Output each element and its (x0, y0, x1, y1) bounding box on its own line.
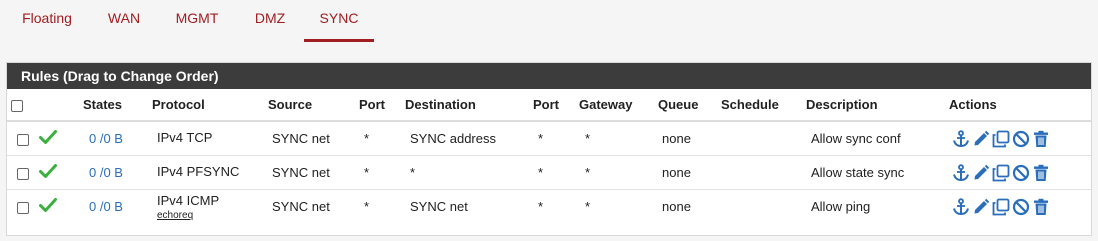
source-value: SYNC net (268, 155, 359, 190)
copy-icon[interactable] (992, 198, 1010, 216)
rules-table: States Protocol Source Port Destination … (7, 89, 1091, 223)
table-row[interactable]: 0 /0 B IPv4 ICMP echoreq SYNC net * SYNC … (7, 190, 1091, 224)
protocol-subtype-link[interactable]: echoreq (157, 210, 268, 221)
col-source: Source (268, 89, 359, 122)
col-schedule: Schedule (721, 89, 806, 122)
destination-value: SYNC address (405, 121, 533, 156)
gateway-value: * (579, 121, 658, 156)
ban-icon[interactable] (1012, 198, 1030, 216)
check-icon[interactable] (39, 197, 57, 216)
source-value: SYNC net (268, 121, 359, 156)
ban-icon[interactable] (1012, 164, 1030, 182)
trash-icon[interactable] (1032, 198, 1050, 216)
check-icon[interactable] (39, 129, 57, 148)
check-icon[interactable] (39, 163, 57, 182)
copy-icon[interactable] (992, 130, 1010, 148)
col-dest-port: Port (533, 89, 579, 122)
table-row[interactable]: 0 /0 B IPv4 PFSYNC SYNC net * * * * none… (7, 155, 1091, 190)
protocol-value: IPv4 ICMP (157, 192, 220, 208)
table-header-row: States Protocol Source Port Destination … (7, 89, 1091, 122)
source-value: SYNC net (272, 199, 330, 214)
col-gateway: Gateway (579, 89, 658, 122)
row-checkbox[interactable] (17, 167, 29, 180)
rules-panel: Rules (Drag to Change Order) States Prot… (6, 62, 1092, 236)
queue-value: none (658, 155, 721, 190)
col-destination: Destination (405, 89, 533, 122)
table-row[interactable]: 0 /0 B IPv4 TCP SYNC net * SYNC address … (7, 121, 1091, 156)
protocol-value: IPv4 PFSYNC (157, 164, 240, 179)
description-value: Allow sync conf (806, 121, 949, 156)
dest-port-value: * (533, 121, 579, 156)
trash-icon[interactable] (1032, 130, 1050, 148)
col-protocol: Protocol (148, 89, 268, 122)
row-checkbox[interactable] (17, 133, 29, 146)
gateway-value: * (579, 155, 658, 190)
pencil-icon[interactable] (972, 164, 990, 182)
col-queue: Queue (658, 89, 721, 122)
schedule-value (721, 121, 806, 156)
tab-dmz[interactable]: DMZ (240, 0, 300, 42)
tab-floating[interactable]: Floating (12, 0, 82, 42)
col-actions: Actions (949, 89, 1091, 122)
rules-tabs: Floating WAN MGMT DMZ SYNC (0, 0, 1098, 42)
port-value: * (364, 199, 370, 214)
port-value: * (359, 155, 405, 190)
select-all-checkbox[interactable] (11, 99, 23, 112)
col-description: Description (806, 89, 949, 122)
queue-value: none (662, 199, 691, 214)
tab-mgmt[interactable]: MGMT (165, 0, 229, 42)
protocol-value: IPv4 TCP (157, 130, 213, 145)
pencil-icon[interactable] (972, 198, 990, 216)
port-value: * (359, 121, 405, 156)
col-states: States (83, 89, 148, 122)
tab-sync[interactable]: SYNC (304, 0, 374, 42)
destination-value: * (405, 155, 533, 190)
copy-icon[interactable] (992, 164, 1010, 182)
anchor-icon[interactable] (952, 163, 970, 182)
description-value: Allow state sync (806, 155, 949, 190)
anchor-icon[interactable] (952, 129, 970, 148)
col-port: Port (359, 89, 405, 122)
schedule-value (721, 190, 806, 224)
row-checkbox[interactable] (17, 201, 29, 214)
states-link[interactable]: 0 /0 B (89, 165, 123, 180)
dest-port-value: * (533, 155, 579, 190)
states-link[interactable]: 0 /0 B (89, 199, 123, 214)
queue-value: none (658, 121, 721, 156)
pencil-icon[interactable] (972, 130, 990, 148)
dest-port-value: * (538, 199, 544, 214)
trash-icon[interactable] (1032, 164, 1050, 182)
destination-value: SYNC net (410, 199, 468, 214)
tab-wan[interactable]: WAN (96, 0, 152, 42)
gateway-value: * (585, 199, 591, 214)
anchor-icon[interactable] (952, 197, 970, 216)
description-value: Allow ping (811, 199, 871, 214)
schedule-value (721, 155, 806, 190)
panel-title: Rules (Drag to Change Order) (7, 63, 1091, 89)
ban-icon[interactable] (1012, 130, 1030, 148)
states-link[interactable]: 0 /0 B (89, 131, 123, 146)
